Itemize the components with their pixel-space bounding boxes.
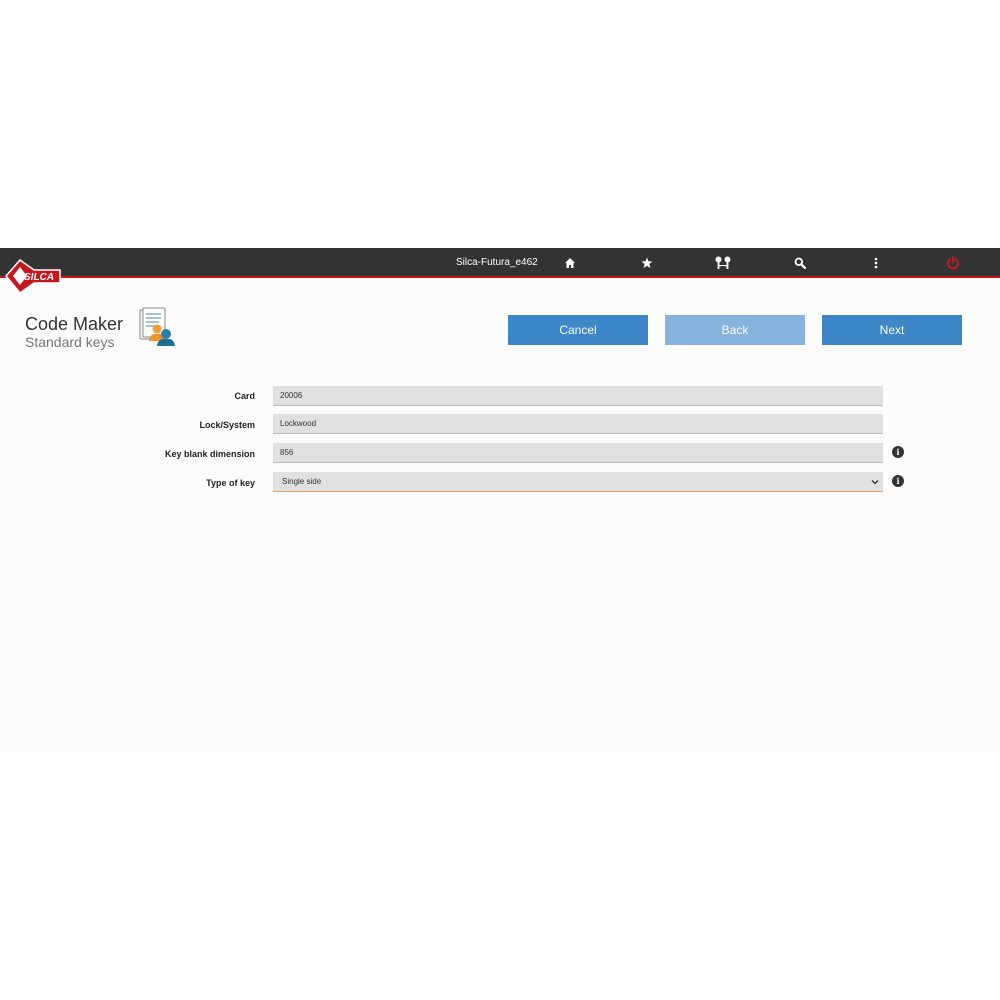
chevron-down-icon	[871, 480, 879, 485]
type-of-key-label: Type of key	[206, 478, 255, 488]
search-button[interactable]	[789, 253, 811, 273]
page-title: Code Maker	[25, 314, 124, 334]
power-button[interactable]	[942, 253, 964, 273]
app-screen: Silca-Futura_e462 Code Maker Standard ke…	[0, 248, 1000, 752]
type-of-key-selected-value: Single side	[282, 477, 322, 486]
card-field[interactable]: 20006	[273, 386, 883, 406]
search-icon	[794, 257, 806, 269]
type-of-key-info-icon[interactable]: i	[892, 475, 904, 487]
key-blank-dimension-info-icon[interactable]: i	[892, 446, 904, 458]
keys-button[interactable]	[712, 253, 734, 273]
key-blank-dimension-label: Key blank dimension	[164, 449, 255, 459]
key-blank-dimension-field[interactable]: 856	[273, 443, 883, 463]
code-maker-document-user-icon	[137, 307, 177, 347]
page-subtitle: Standard keys	[25, 334, 115, 350]
top-bar: Silca-Futura_e462	[0, 248, 1000, 278]
favorites-button[interactable]	[636, 253, 658, 273]
power-icon	[947, 256, 959, 270]
home-button[interactable]	[559, 253, 581, 273]
card-label: Card	[234, 391, 255, 401]
lock-system-field[interactable]: Lockwood	[273, 414, 883, 434]
keys-icon	[715, 256, 731, 269]
silca-logo: SILCA	[4, 258, 62, 295]
device-name: Silca-Futura_e462	[456, 257, 538, 268]
cancel-button[interactable]: Cancel	[508, 315, 648, 345]
next-button[interactable]: Next	[822, 315, 962, 345]
more-menu-button[interactable]	[865, 253, 887, 273]
star-icon	[641, 257, 653, 268]
type-of-key-select[interactable]: Single side	[273, 472, 883, 492]
back-button[interactable]: Back	[665, 315, 805, 345]
home-icon	[565, 258, 575, 268]
logo-wordmark: SILCA	[24, 272, 54, 283]
more-vertical-icon	[874, 257, 878, 269]
lock-system-label: Lock/System	[199, 420, 255, 430]
